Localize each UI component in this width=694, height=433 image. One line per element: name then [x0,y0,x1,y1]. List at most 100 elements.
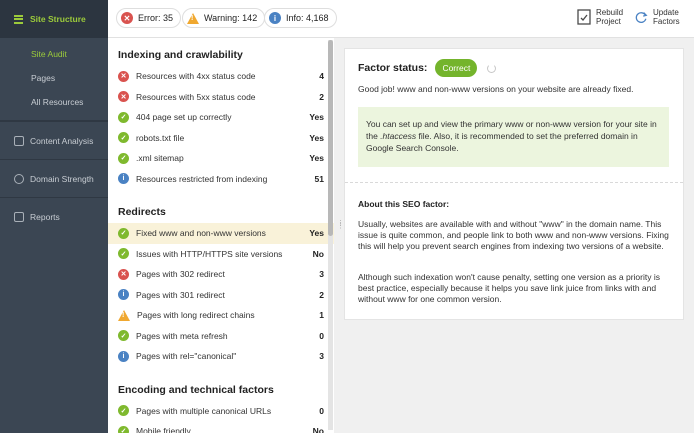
warning-icon [187,12,199,24]
sidebar-item-pages[interactable]: Pages [0,66,108,90]
factor-row[interactable]: ✕ Resources with 4xx status code 4 [108,66,334,87]
factor-list: Indexing and crawlability ✕ Resources with… [108,38,334,433]
factor-label: Issues with HTTP/HTTPS site versions [136,248,283,259]
rebuild-project-button[interactable]: Rebuild Project [577,8,623,26]
error-icon: ✕ [118,70,129,82]
factor-row[interactable]: ✓ 404 page set up correctly Yes [108,107,334,128]
sidebar-item-all-resources[interactable]: All Resources [0,90,108,114]
sidebar-item-domain-strength[interactable]: Domain Strength [0,159,108,197]
factor-row[interactable]: ✓ Fixed www and non-www versions Yes [108,223,334,244]
factor-row[interactable]: ✓ Issues with HTTP/HTTPS site versions No [108,244,334,265]
factor-value: 4 [319,71,324,82]
error-icon: ✕ [118,91,129,103]
factor-row[interactable]: i Resources restricted from indexing 51 [108,169,334,190]
factor-value: 1 [319,310,324,321]
factor-label: Pages with long redirect chains [137,310,255,321]
rebuild-label-1: Rebuild [596,8,624,17]
factor-row[interactable]: i Pages with rel="canonical" 3 [108,346,334,367]
info-icon: i [269,12,281,24]
check-icon: ✓ [118,330,129,342]
factor-value: Yes [309,132,324,143]
factor-label: Resources with 5xx status code [136,91,256,102]
factor-label: Mobile friendly [136,426,191,433]
check-icon: ✓ [118,248,129,260]
content-analysis-icon [14,135,24,146]
factor-row[interactable]: ✓ robots.txt file Yes [108,128,334,149]
factor-value: 3 [319,269,324,280]
sidebar: Site Structure Site Audit Pages All Reso… [0,0,108,433]
factor-label: Resources restricted from indexing [136,173,268,184]
check-icon: ✓ [118,132,129,144]
warning-count-pill[interactable]: Warning: 142 [182,8,266,28]
factor-value: Yes [309,228,324,239]
factor-row[interactable]: ✓ .xml sitemap Yes [108,148,334,169]
factor-label: Resources with 4xx status code [136,71,256,82]
info-icon: i [118,173,129,185]
section-title: Indexing and crawlability [118,49,243,61]
sidebar-item-label: Content Analysis [30,135,94,146]
factor-value: 2 [319,91,324,102]
factor-label: Pages with multiple canonical URLs [136,405,272,416]
sidebar-title: Site Structure [30,14,86,24]
check-icon: ✓ [118,425,129,433]
error-icon: ✕ [118,268,129,280]
factor-row[interactable]: ✓ Pages with meta refresh 0 [108,326,334,347]
sidebar-site-structure[interactable]: Site Structure [0,0,108,38]
factor-value: 3 [319,351,324,362]
update-label-1: Update [653,8,679,17]
factor-value: 0 [319,330,324,341]
sidebar-item-label: Domain Strength [30,173,94,184]
warning-count: Warning: 142 [204,13,258,23]
loading-icon [487,63,497,73]
factor-label: 404 page set up correctly [136,112,232,123]
factor-label: Fixed www and non-www versions [136,228,266,239]
check-icon: ✓ [118,405,129,417]
factor-value: 51 [314,173,324,184]
reports-icon [14,211,24,222]
factor-detail-panel: Factor status: Correct Good job! www and… [344,48,684,320]
factor-label: Pages with meta refresh [136,330,228,341]
factor-row[interactable]: ✓ Mobile friendly No [108,421,334,433]
about-paragraph: Usually, websites are available with and… [358,219,669,251]
sidebar-item-reports[interactable]: Reports [0,197,108,235]
info-count: Info: 4,168 [286,13,329,23]
factor-value: Yes [309,112,324,123]
section-title: Redirects [118,206,166,218]
update-factors-button[interactable]: Update Factors [634,8,680,26]
factor-row[interactable]: ✕ Resources with 5xx status code 2 [108,87,334,108]
factor-label: Pages with rel="canonical" [136,351,237,362]
info-count-pill[interactable]: i Info: 4,168 [264,8,337,28]
factor-row[interactable]: Pages with long redirect chains 1 [108,305,334,326]
warning-icon [118,309,130,321]
factor-row[interactable]: i Pages with 301 redirect 2 [108,285,334,306]
factor-label: Pages with 301 redirect [136,289,225,300]
scrollbar-thumb[interactable] [328,40,333,236]
scrollbar[interactable] [328,40,333,430]
sidebar-item-content-analysis[interactable]: Content Analysis [0,121,108,159]
error-count: Error: 35 [138,13,174,23]
info-icon: i [118,289,129,301]
check-icon: ✓ [118,152,129,164]
factor-status-label: Factor status: [358,62,428,74]
factor-value: 2 [319,289,324,300]
factor-row[interactable]: ✓ Pages with multiple canonical URLs 0 [108,401,334,422]
sidebar-item-site-audit[interactable]: Site Audit [0,42,108,66]
factor-label: .xml sitemap [136,153,184,164]
check-icon: ✓ [118,227,129,239]
check-icon: ✓ [118,111,129,123]
factor-value: No [312,426,324,433]
info-icon: i [118,350,129,362]
refresh-icon [635,12,648,23]
factor-label: robots.txt file [136,132,185,143]
top-bar: ✕ Error: 35 Warning: 142 i Info: 4,168 R… [108,0,694,38]
factor-value: Yes [309,153,324,164]
about-title: About this SEO factor: [358,199,450,209]
status-badge: Correct [435,59,478,77]
error-count-pill[interactable]: ✕ Error: 35 [116,8,182,28]
factor-row[interactable]: ✕ Pages with 302 redirect 3 [108,264,334,285]
factor-value: 0 [319,405,324,416]
rebuild-icon [577,9,591,25]
status-message: Good job! www and non-www versions on yo… [358,84,634,94]
panel-splitter-handle[interactable]: ⋮ ⋮ [337,220,344,236]
factor-label: Pages with 302 redirect [136,269,225,280]
